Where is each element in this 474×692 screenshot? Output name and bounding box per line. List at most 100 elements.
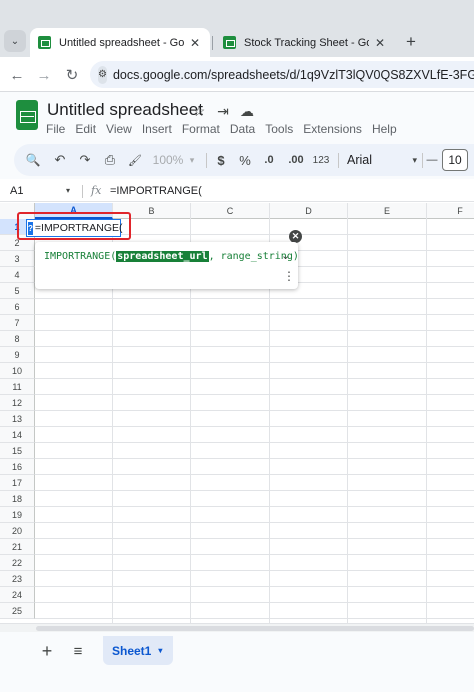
sheets-logo-icon[interactable] bbox=[16, 100, 38, 130]
increase-decimal-button[interactable]: .00 bbox=[284, 149, 308, 171]
star-icon[interactable]: ☆ bbox=[190, 102, 208, 120]
browser-tab-stock-tracking-sheet[interactable]: Stock Tracking Sheet - Google S ✕ bbox=[215, 28, 395, 57]
decrease-decimal-button[interactable]: .0 bbox=[258, 149, 280, 171]
row-header-16[interactable]: 16 bbox=[0, 459, 35, 475]
browser-tab-strip: ⌄ Untitled spreadsheet - Google S ✕ Stoc… bbox=[0, 0, 474, 57]
reload-icon[interactable]: ↻ bbox=[61, 64, 83, 86]
name-box-chevron-down-icon[interactable]: ▾ bbox=[66, 186, 70, 195]
menu-file[interactable]: File bbox=[46, 122, 65, 136]
add-sheet-button[interactable]: + bbox=[38, 641, 56, 661]
decrease-font-size-button[interactable]: — bbox=[424, 149, 440, 171]
gridline-horizontal bbox=[35, 490, 474, 491]
row-header-6[interactable]: 6 bbox=[0, 299, 35, 315]
function-name: IMPORTRANGE( bbox=[44, 251, 117, 262]
column-header-e[interactable]: E bbox=[348, 203, 427, 219]
sheet-tab-bar: + ≡ Sheet1 ▾ bbox=[0, 632, 474, 692]
font-family-select[interactable]: Arial ▾ bbox=[347, 149, 417, 171]
undo-icon[interactable]: ↶ bbox=[49, 149, 71, 171]
menu-data[interactable]: Data bbox=[230, 122, 255, 136]
paint-format-icon[interactable]: 🖌 bbox=[124, 149, 146, 171]
row-header-9[interactable]: 9 bbox=[0, 347, 35, 363]
row-header-22[interactable]: 22 bbox=[0, 555, 35, 571]
url-field[interactable]: ⚙ docs.google.com/spreadsheets/d/1q9VzlT… bbox=[90, 61, 474, 88]
document-title[interactable]: Untitled spreadsheet bbox=[47, 100, 203, 120]
print-icon[interactable]: ⎙ bbox=[99, 149, 121, 171]
back-icon[interactable]: ← bbox=[6, 64, 28, 86]
row-header-7[interactable]: 7 bbox=[0, 315, 35, 331]
number-format-button[interactable]: 123 bbox=[310, 149, 332, 171]
row-header-23[interactable]: 23 bbox=[0, 571, 35, 587]
row-header-13[interactable]: 13 bbox=[0, 411, 35, 427]
row-header-19[interactable]: 19 bbox=[0, 507, 35, 523]
row-header-20[interactable]: 20 bbox=[0, 523, 35, 539]
percent-format-button[interactable]: % bbox=[236, 149, 254, 171]
menu-view[interactable]: View bbox=[106, 122, 132, 136]
menu-insert[interactable]: Insert bbox=[142, 122, 172, 136]
row-header-17[interactable]: 17 bbox=[0, 475, 35, 491]
formula-help-icon[interactable]: ? bbox=[28, 221, 33, 235]
move-to-folder-icon[interactable]: ⇥ bbox=[214, 102, 232, 120]
tab-title: Stock Tracking Sheet - Google S bbox=[244, 36, 369, 49]
row-header-18[interactable]: 18 bbox=[0, 491, 35, 507]
gridline-horizontal bbox=[35, 618, 474, 619]
more-options-icon[interactable]: ⋮ bbox=[283, 270, 295, 282]
row-header-14[interactable]: 14 bbox=[0, 427, 35, 443]
browser-tab-untitled-spreadsheet[interactable]: Untitled spreadsheet - Google S ✕ bbox=[30, 28, 210, 57]
row-header-8[interactable]: 8 bbox=[0, 331, 35, 347]
tab-close-icon[interactable]: ✕ bbox=[188, 36, 202, 50]
name-box[interactable]: A1 bbox=[10, 185, 23, 197]
gridline-horizontal bbox=[35, 474, 474, 475]
font-size-input[interactable]: 10 bbox=[442, 149, 468, 171]
column-header-d[interactable]: D bbox=[270, 203, 348, 219]
horizontal-scrollbar[interactable] bbox=[0, 623, 474, 632]
tab-close-icon[interactable]: ✕ bbox=[373, 36, 387, 50]
gridline-horizontal bbox=[35, 506, 474, 507]
sheet-tab-sheet1[interactable]: Sheet1 ▾ bbox=[103, 636, 173, 665]
gridline-horizontal bbox=[35, 378, 474, 379]
search-menus-icon[interactable]: 🔍 bbox=[22, 149, 44, 171]
tab-search-icon[interactable]: ⌄ bbox=[4, 30, 26, 52]
menu-edit[interactable]: Edit bbox=[75, 122, 96, 136]
row-header-10[interactable]: 10 bbox=[0, 363, 35, 379]
sheets-favicon-icon bbox=[223, 36, 236, 49]
zoom-caret-icon[interactable]: ▾ bbox=[187, 149, 197, 171]
formula-input[interactable]: =IMPORTRANGE( bbox=[110, 185, 202, 197]
column-header-c[interactable]: C bbox=[191, 203, 270, 219]
currency-format-button[interactable]: $ bbox=[212, 149, 230, 171]
row-header-21[interactable]: 21 bbox=[0, 539, 35, 555]
chevron-down-icon[interactable]: ▾ bbox=[158, 646, 162, 655]
menu-tools[interactable]: Tools bbox=[265, 122, 293, 136]
cloud-status-icon[interactable]: ☁ bbox=[238, 102, 256, 120]
row-header-3[interactable]: 3 bbox=[0, 251, 35, 267]
forward-icon[interactable]: → bbox=[33, 64, 55, 86]
column-header-f[interactable]: F bbox=[427, 203, 474, 219]
gridline-horizontal bbox=[35, 362, 474, 363]
site-info-icon[interactable]: ⚙ bbox=[98, 65, 107, 84]
new-tab-button[interactable]: + bbox=[400, 31, 422, 53]
row-header-12[interactable]: 12 bbox=[0, 395, 35, 411]
gridline-horizontal bbox=[35, 554, 474, 555]
row-header-15[interactable]: 15 bbox=[0, 443, 35, 459]
menu-format[interactable]: Format bbox=[182, 122, 220, 136]
formula-bar: A1 ▾ fx =IMPORTRANGE( bbox=[0, 181, 474, 202]
menu-help[interactable]: Help bbox=[372, 122, 397, 136]
row-header-5[interactable]: 5 bbox=[0, 283, 35, 299]
gridline-horizontal bbox=[35, 298, 474, 299]
gridline-horizontal bbox=[35, 522, 474, 523]
row-header-24[interactable]: 24 bbox=[0, 587, 35, 603]
menu-extensions[interactable]: Extensions bbox=[303, 122, 362, 136]
row-header-4[interactable]: 4 bbox=[0, 267, 35, 283]
all-sheets-menu-icon[interactable]: ≡ bbox=[69, 642, 87, 660]
row-header-11[interactable]: 11 bbox=[0, 379, 35, 395]
active-cell-editor[interactable]: ? =IMPORTRANGE( bbox=[26, 219, 123, 237]
gridline-vertical bbox=[426, 219, 427, 623]
scrollbar-thumb[interactable] bbox=[36, 626, 474, 631]
chevron-down-icon[interactable]: ⌄ bbox=[281, 249, 290, 262]
redo-icon[interactable]: ↷ bbox=[74, 149, 96, 171]
url-text: docs.google.com/spreadsheets/d/1q9VzlT3l… bbox=[112, 67, 474, 82]
gridline-horizontal bbox=[35, 330, 474, 331]
row-header-25[interactable]: 25 bbox=[0, 603, 35, 619]
gridline-horizontal bbox=[35, 410, 474, 411]
zoom-select[interactable]: 100% bbox=[150, 149, 186, 171]
fx-icon: fx bbox=[91, 184, 102, 197]
